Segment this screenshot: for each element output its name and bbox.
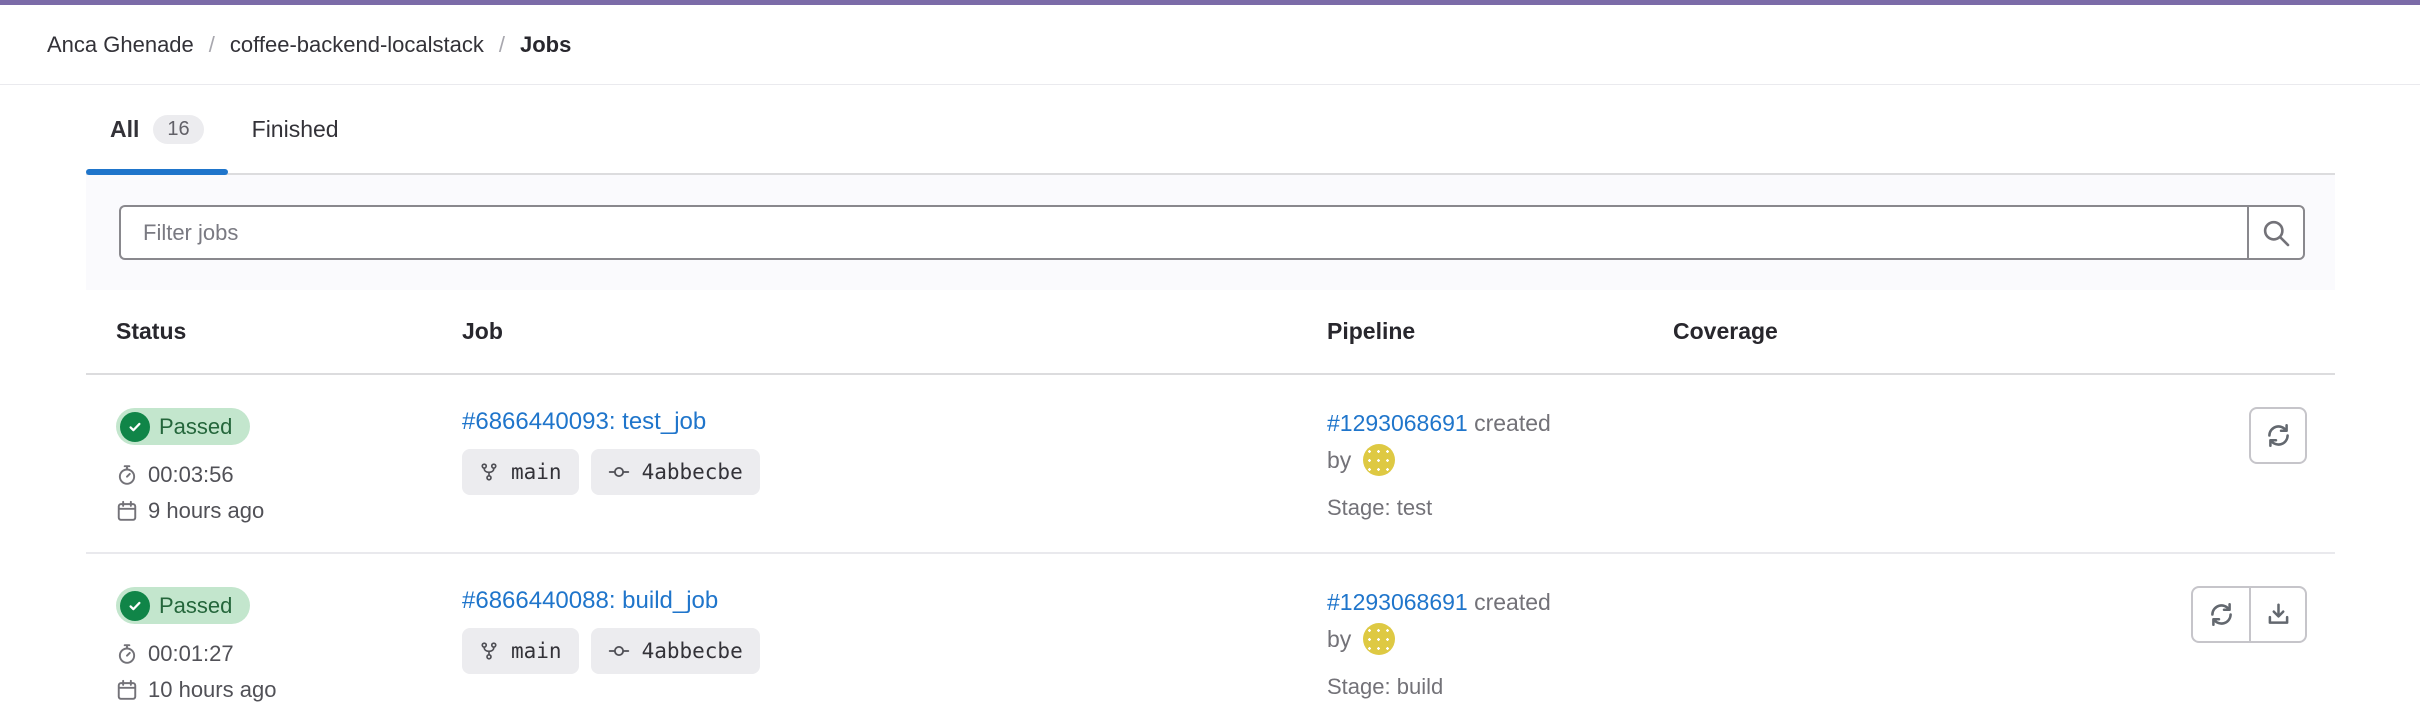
tab-all-label: All [110,116,139,143]
jobs-table-header: Status Job Pipeline Coverage [86,290,2335,375]
filter-search-group [119,205,2305,260]
coverage-cell [1643,554,1943,718]
job-row: Passed 00:03:56 [86,375,2335,554]
search-icon [2261,218,2291,248]
status-badge[interactable]: Passed [116,587,250,624]
branch-icon [479,641,499,661]
breadcrumb-project[interactable]: coffee-backend-localstack [230,32,484,58]
search-button[interactable] [2247,205,2305,260]
job-duration: 00:01:27 [116,641,432,667]
age-text: 9 hours ago [148,498,264,524]
retry-icon [2265,422,2292,449]
commit-icon [608,461,630,483]
coverage-cell [1643,375,1943,552]
filter-jobs-input[interactable] [119,205,2247,260]
retry-icon [2208,601,2235,628]
check-circle-icon [120,412,150,442]
branch-chip[interactable]: main [462,628,579,674]
status-label: Passed [159,414,232,440]
branch-name: main [511,639,562,663]
column-header-coverage: Coverage [1643,318,1943,345]
pipeline-cell: #1293068691 created by Stage: build [1297,554,1643,718]
breadcrumb-separator: / [499,32,505,58]
stopwatch-icon [116,643,138,665]
job-refs: main 4abbecbe [462,449,1297,495]
actions-cell [1943,554,2335,718]
status-label: Passed [159,593,232,619]
tab-all[interactable]: All 16 [86,85,228,173]
jobs-page: Anca Ghenade / coffee-backend-localstack… [0,0,2420,718]
avatar[interactable] [1363,623,1395,655]
pipeline-stage: Stage: test [1327,495,1643,521]
pipeline-created-text: created [1474,410,1551,436]
pipeline-link[interactable]: #1293068691 [1327,410,1468,436]
jobs-tabs: All 16 Finished [86,85,2335,175]
calendar-icon [116,500,138,522]
tab-finished[interactable]: Finished [228,85,363,173]
download-artifacts-button[interactable] [2249,586,2307,643]
calendar-icon [116,679,138,701]
job-row: Passed 00:01:27 [86,554,2335,718]
branch-name: main [511,460,562,484]
duration-text: 00:01:27 [148,641,234,667]
branch-icon [479,462,499,482]
status-cell: Passed 00:03:56 [86,375,432,552]
commit-chip[interactable]: 4abbecbe [591,449,760,495]
column-header-status: Status [86,318,432,345]
pipeline-cell: #1293068691 created by Stage: test [1297,375,1643,552]
breadcrumb-user[interactable]: Anca Ghenade [47,32,194,58]
pipeline-stage: Stage: build [1327,674,1643,700]
tab-all-count-badge: 16 [153,115,203,144]
pipeline-by-text: by [1327,626,1351,653]
job-cell: #6866440088: build_job main [432,554,1297,718]
duration-text: 00:03:56 [148,462,234,488]
retry-job-button[interactable] [2191,586,2249,643]
column-header-pipeline: Pipeline [1297,318,1643,345]
download-icon [2265,601,2292,628]
commit-sha: 4abbecbe [642,460,743,484]
check-circle-icon [120,591,150,621]
pipeline-created-text: created [1474,589,1551,615]
stopwatch-icon [116,464,138,486]
actions-cell [1943,375,2335,552]
status-cell: Passed 00:01:27 [86,554,432,718]
tab-finished-label: Finished [252,116,339,143]
avatar[interactable] [1363,444,1395,476]
filter-bar [86,175,2335,290]
job-age: 9 hours ago [116,498,432,524]
job-duration: 00:03:56 [116,462,432,488]
commit-icon [608,640,630,662]
branch-chip[interactable]: main [462,449,579,495]
pipeline-by-text: by [1327,447,1351,474]
job-link[interactable]: #6866440093: test_job [462,408,706,436]
age-text: 10 hours ago [148,677,276,703]
breadcrumb-separator: / [209,32,215,58]
job-age: 10 hours ago [116,677,432,703]
retry-job-button[interactable] [2249,407,2307,464]
breadcrumb: Anca Ghenade / coffee-backend-localstack… [0,5,2420,85]
actions-button-group [2191,586,2307,643]
breadcrumb-current-page: Jobs [520,32,571,58]
jobs-table: Status Job Pipeline Coverage Passed [86,290,2335,718]
job-cell: #6866440093: test_job main [432,375,1297,552]
commit-chip[interactable]: 4abbecbe [591,628,760,674]
column-header-job: Job [432,318,1297,345]
commit-sha: 4abbecbe [642,639,743,663]
job-link[interactable]: #6866440088: build_job [462,587,718,615]
pipeline-link[interactable]: #1293068691 [1327,589,1468,615]
job-refs: main 4abbecbe [462,628,1297,674]
status-badge[interactable]: Passed [116,408,250,445]
